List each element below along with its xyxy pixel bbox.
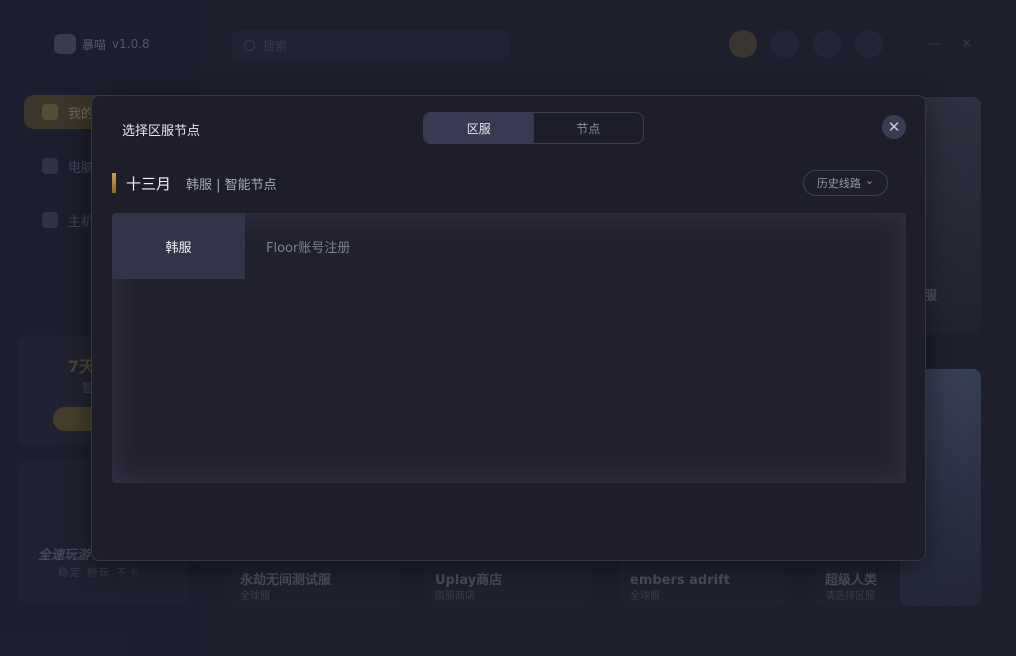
tab-node[interactable]: 节点: [534, 113, 644, 143]
chevron-down-icon: ⌄: [864, 173, 875, 187]
region-item-label: 韩服: [165, 240, 192, 256]
region-item-kr[interactable]: 韩服: [112, 213, 245, 279]
close-button[interactable]: ✕: [882, 115, 906, 139]
dialog-title: 选择区服节点: [122, 124, 201, 139]
tab-region[interactable]: 区服: [424, 113, 534, 143]
region-node-dialog: 选择区服节点 区服 节点 ✕ 十三月 韩服 | 智能节点 历史线路 ⌄ 韩服 F…: [91, 95, 926, 561]
tab-switch: 区服 节点: [423, 112, 644, 144]
history-routes-button[interactable]: 历史线路 ⌄: [803, 170, 888, 196]
current-selection: 韩服 | 智能节点: [186, 177, 277, 193]
game-selection-bar: 十三月 韩服 | 智能节点: [112, 172, 277, 194]
region-panel: 韩服 Floor账号注册: [112, 213, 906, 483]
game-name: 十三月: [126, 174, 172, 193]
node-item[interactable]: Floor账号注册: [266, 237, 350, 256]
close-icon: ✕: [887, 117, 901, 136]
history-routes-label: 历史线路: [816, 177, 861, 190]
accent-bar: [112, 173, 116, 193]
